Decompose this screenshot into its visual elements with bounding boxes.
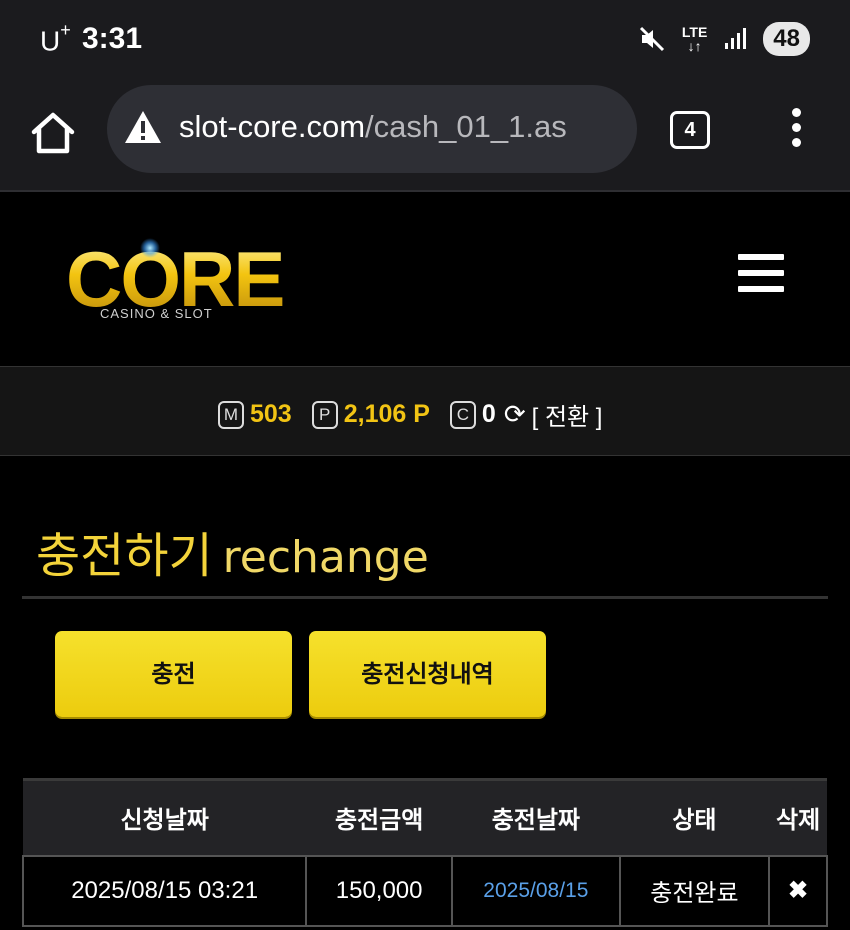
hamburger-menu-icon[interactable] [738, 254, 784, 294]
charge-history-button[interactable]: 충전신청내역 [309, 631, 546, 717]
page-title: 충전하기 rechange [36, 516, 429, 586]
url-text[interactable]: slot-core.com/cash_01_1.as [179, 109, 567, 145]
money-value: 503 [250, 400, 292, 428]
delete-cell[interactable]: ✖ [768, 854, 828, 927]
switch-button[interactable]: [ 전환 ] [532, 397, 603, 432]
coin-value: 0 [481, 400, 496, 428]
table-header-row: 신청날짜 충전금액 충전날짜 상태 삭제 [23, 778, 827, 856]
header-request-date: 신청날짜 [23, 778, 307, 856]
warning-icon[interactable] [123, 109, 163, 145]
request-date-cell: 2025/08/15 03:21 [21, 854, 308, 927]
mute-icon [639, 26, 664, 52]
header-delete: 삭제 [769, 778, 827, 856]
charge-date-cell: 2025/08/15 [451, 854, 621, 927]
signal-icon [725, 28, 747, 49]
battery-indicator: 48 [763, 22, 810, 56]
charge-button[interactable]: 충전 [55, 631, 292, 717]
browser-toolbar: slot-core.com/cash_01_1.as 4 [0, 82, 850, 192]
site-header: CORE CASINO & SLOT [0, 194, 850, 366]
tab-switcher-button[interactable]: 4 [670, 111, 710, 149]
delete-icon[interactable]: ✖ [788, 877, 808, 904]
logo-subtitle: CASINO & SLOT [100, 306, 213, 321]
header-amount: 충전금액 [306, 778, 452, 856]
more-menu-icon[interactable] [788, 108, 804, 152]
point-value: 2,106 P [343, 400, 430, 428]
header-charge-date: 충전날짜 [452, 778, 620, 856]
amount-cell: 150,000 [305, 854, 453, 927]
money-icon: M [218, 400, 244, 429]
point-icon: P [311, 400, 338, 429]
points-bar: M 503 P 2,106 P C 0 ⟳ [ 전환 ] [0, 366, 850, 456]
status-icons: LTE ↓↑ 48 [638, 22, 810, 56]
charge-history-table: 신청날짜 충전금액 충전날짜 상태 삭제 2025/08/15 03:21 15… [21, 778, 828, 927]
coin-icon: C [449, 400, 476, 429]
carrier-label: U+ [40, 20, 71, 57]
home-icon[interactable] [30, 110, 76, 156]
logo-glow [140, 238, 160, 258]
page-title-english: rechange [222, 532, 429, 583]
title-divider [22, 596, 828, 599]
clock: 3:31 [82, 22, 143, 55]
address-bar[interactable]: slot-core.com/cash_01_1.as [107, 85, 637, 173]
page-title-korean: 충전하기 [36, 528, 213, 584]
refresh-icon[interactable]: ⟳ [504, 399, 526, 430]
network-indicator: LTE ↓↑ [681, 24, 708, 54]
status-cell: 충전완료 [618, 854, 771, 927]
header-status: 상태 [619, 778, 770, 856]
table-row: 2025/08/15 03:21 150,000 2025/08/15 충전완료… [21, 854, 828, 927]
status-bar: U+ 3:31 LTE ↓↑ 48 [0, 0, 850, 82]
